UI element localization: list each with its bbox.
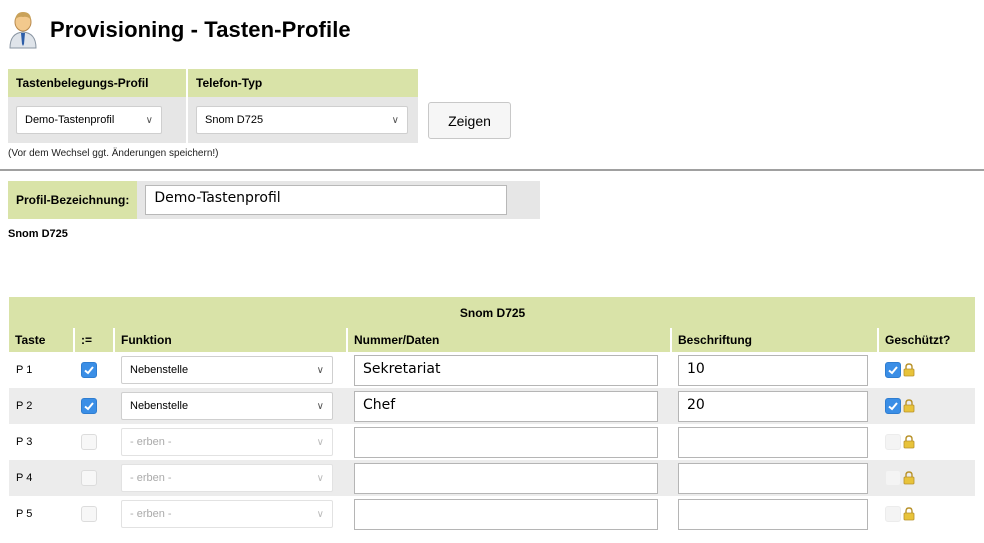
- table-row: P 4 - erben - ∨: [9, 460, 976, 496]
- profile-column-header: Tastenbelegungs-Profil: [8, 69, 188, 97]
- column-header-nummer: Nummer/Daten: [346, 328, 671, 352]
- checkmark-icon: [84, 402, 94, 411]
- user-icon: [6, 10, 40, 50]
- chevron-down-icon: ∨: [316, 472, 324, 484]
- chevron-down-icon: ∨: [316, 400, 324, 412]
- label-input[interactable]: 20: [678, 390, 868, 422]
- column-header-taste: Taste: [9, 328, 74, 352]
- keys-table-body: P 1 Nebenstelle ∨ Sekretariat 10 P 2 Nebenstel…: [9, 352, 976, 532]
- number-input[interactable]: [354, 462, 658, 494]
- label-input[interactable]: [678, 426, 868, 458]
- protected-checkbox[interactable]: [885, 506, 901, 522]
- lock-icon: [903, 471, 915, 485]
- keys-table: Snom D725 Taste := Funktion Nummer/Daten…: [8, 297, 976, 532]
- column-header-funktion: Funktion: [113, 328, 347, 352]
- key-cell: P 3: [9, 424, 74, 460]
- override-checkbox[interactable]: [81, 470, 97, 486]
- divider: [0, 169, 984, 171]
- lock-icon: [903, 363, 915, 377]
- number-input[interactable]: [354, 426, 658, 458]
- chevron-down-icon: ∨: [316, 436, 324, 448]
- function-select-value: Nebenstelle: [130, 364, 189, 376]
- number-input[interactable]: Chef: [354, 390, 658, 422]
- phone-type-select[interactable]: Snom D725 ∨: [196, 106, 408, 134]
- table-row: P 3 - erben - ∨: [9, 424, 976, 460]
- column-header-geschuetzt: Geschützt?: [876, 328, 976, 352]
- function-select-value: - erben -: [130, 472, 172, 484]
- chevron-down-icon: ∨: [316, 508, 324, 520]
- column-header-beschriftung: Beschriftung: [670, 328, 878, 352]
- table-row: P 2 Nebenstelle ∨ Chef 20: [9, 388, 976, 424]
- chevron-down-icon: ∨: [145, 114, 153, 126]
- protected-checkbox[interactable]: [885, 362, 901, 378]
- lock-icon: [903, 435, 915, 449]
- override-checkbox[interactable]: [81, 398, 97, 414]
- lock-icon: [903, 399, 915, 413]
- column-header-override: :=: [73, 328, 114, 352]
- override-checkbox[interactable]: [81, 506, 97, 522]
- checkmark-icon: [84, 366, 94, 375]
- table-row: P 1 Nebenstelle ∨ Sekretariat 10: [9, 352, 976, 388]
- function-select[interactable]: Nebenstelle ∨: [121, 356, 333, 384]
- override-checkbox[interactable]: [81, 434, 97, 450]
- function-select[interactable]: - erben - ∨: [121, 428, 333, 456]
- function-select[interactable]: - erben - ∨: [121, 500, 333, 528]
- protected-checkbox[interactable]: [885, 470, 901, 486]
- key-cell: P 4: [9, 460, 74, 496]
- override-checkbox[interactable]: [81, 362, 97, 378]
- chevron-down-icon: ∨: [316, 364, 324, 376]
- lock-icon: [903, 507, 915, 521]
- table-row: P 5 - erben - ∨: [9, 496, 976, 532]
- function-select[interactable]: Nebenstelle ∨: [121, 392, 333, 420]
- function-select-value: - erben -: [130, 436, 172, 448]
- label-input[interactable]: [678, 498, 868, 530]
- profile-name-row: Profil-Bezeichnung: Demo-Tastenprofil: [8, 181, 540, 219]
- checkmark-icon: [888, 366, 898, 375]
- profile-selector-table: Tastenbelegungs-Profil Telefon-Typ Demo-…: [8, 69, 420, 143]
- profile-select-value: Demo-Tastenprofil: [25, 114, 115, 126]
- phone-type-column-header: Telefon-Typ: [187, 69, 420, 97]
- profile-name-label: Profil-Bezeichnung:: [8, 181, 138, 219]
- show-button[interactable]: Zeigen: [428, 102, 511, 139]
- phone-type-select-value: Snom D725: [205, 114, 264, 126]
- checkmark-icon: [888, 402, 898, 411]
- key-cell: P 2: [9, 388, 74, 424]
- profile-name-input[interactable]: Demo-Tastenprofil: [145, 185, 508, 215]
- label-input[interactable]: [678, 462, 868, 494]
- save-hint: (Vor dem Wechsel ggt. Änderungen speiche…: [8, 148, 219, 159]
- phone-model-heading: Snom D725: [8, 228, 68, 240]
- number-input[interactable]: Sekretariat: [354, 354, 658, 386]
- function-select[interactable]: - erben - ∨: [121, 464, 333, 492]
- number-input[interactable]: [354, 498, 658, 530]
- page-header: Provisioning - Tasten-Profile: [6, 8, 351, 52]
- keys-table-caption: Snom D725: [9, 297, 976, 328]
- label-input[interactable]: 10: [678, 354, 868, 386]
- key-cell: P 5: [9, 496, 74, 532]
- protected-checkbox[interactable]: [885, 398, 901, 414]
- key-cell: P 1: [9, 352, 74, 388]
- function-select-value: - erben -: [130, 508, 172, 520]
- chevron-down-icon: ∨: [391, 114, 399, 126]
- page-title: Provisioning - Tasten-Profile: [50, 17, 351, 42]
- protected-checkbox[interactable]: [885, 434, 901, 450]
- profile-select[interactable]: Demo-Tastenprofil ∨: [16, 106, 162, 134]
- function-select-value: Nebenstelle: [130, 400, 189, 412]
